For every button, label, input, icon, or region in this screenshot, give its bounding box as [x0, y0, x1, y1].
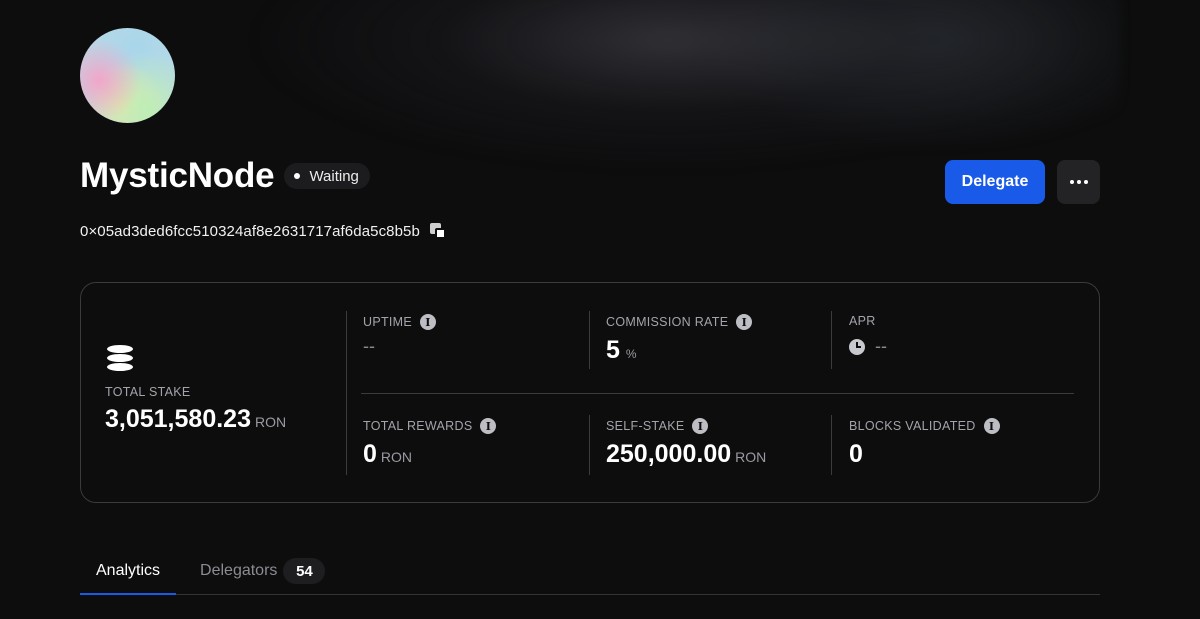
commission-rate-label: COMMISSION RATE — [606, 315, 729, 329]
address-row: 0×05ad3ded6fcc510324af8e2631717af6da5c8b… — [80, 222, 447, 240]
total-stake-unit: RON — [254, 414, 287, 430]
blocks-validated-label: BLOCKS VALIDATED — [849, 419, 976, 433]
info-icon[interactable]: i — [736, 314, 753, 330]
tab-bar: Analytics Delegators 54 — [80, 548, 1100, 595]
status-dot-icon — [294, 173, 301, 179]
delegate-button[interactable]: Delegate — [945, 160, 1045, 204]
self-stake-unit: RON — [735, 449, 767, 465]
uptime-label: UPTIME — [363, 315, 413, 329]
info-icon[interactable]: i — [480, 418, 497, 434]
divider — [346, 311, 347, 475]
divider — [361, 393, 1074, 394]
copy-icon[interactable] — [429, 222, 447, 240]
total-stake-label: TOTAL STAKE — [105, 385, 191, 399]
apr-value: -- — [875, 336, 887, 356]
apr-stat: APR -- — [849, 314, 887, 357]
uptime-value: -- — [363, 336, 375, 356]
validator-name: MysticNode — [80, 156, 275, 195]
validator-page: MysticNode Waiting Delegate 0×05ad3ded6f… — [0, 0, 1200, 619]
self-stake-label: SELF-STAKE — [606, 419, 685, 433]
info-icon[interactable]: i — [983, 418, 1000, 434]
total-rewards-label: TOTAL REWARDS — [363, 419, 473, 433]
commission-rate-stat: COMMISSION RATE i 5 % — [606, 314, 753, 365]
total-rewards-unit: RON — [380, 449, 413, 465]
stats-card: TOTAL STAKE 3,051,580.23 RON UPTIME i -- … — [80, 282, 1100, 503]
more-horizontal-icon — [1069, 180, 1074, 184]
divider — [589, 311, 590, 369]
status-badge: Waiting — [284, 163, 370, 189]
total-rewards-stat: TOTAL REWARDS i 0 RON — [363, 418, 497, 469]
status-label: Waiting — [309, 167, 359, 185]
self-stake-value: 250,000.00 — [606, 440, 732, 468]
divider — [831, 311, 832, 369]
delegators-count-badge: 54 — [283, 558, 326, 584]
divider — [589, 415, 590, 475]
commission-rate-unit: % — [625, 347, 637, 361]
validator-avatar — [80, 28, 175, 123]
clock-icon — [849, 338, 865, 355]
apr-label: APR — [849, 314, 876, 328]
tab-delegators[interactable]: Delegators 54 — [184, 548, 341, 594]
validator-address: 0×05ad3ded6fcc510324af8e2631717af6da5c8b… — [80, 222, 420, 240]
self-stake-stat: SELF-STAKE i 250,000.00 RON — [606, 418, 766, 469]
tab-analytics-label: Analytics — [96, 562, 161, 579]
more-horizontal-icon-dot — [1083, 180, 1088, 184]
more-options-button[interactable] — [1057, 160, 1100, 204]
title-row: MysticNode Waiting — [80, 154, 370, 198]
total-stake-value: 3,051,580.23 — [105, 405, 251, 433]
total-stake-block: TOTAL STAKE 3,051,580.23 RON — [105, 345, 286, 434]
total-rewards-value: 0 — [363, 440, 377, 468]
more-horizontal-icon-dot — [1076, 180, 1081, 184]
database-icon — [105, 345, 135, 373]
tab-delegators-label: Delegators — [200, 562, 278, 579]
commission-rate-value: 5 — [606, 336, 620, 364]
blocks-validated-stat: BLOCKS VALIDATED i 0 — [849, 418, 1000, 469]
tab-analytics[interactable]: Analytics — [80, 548, 177, 595]
header-actions: Delegate — [945, 160, 1100, 204]
uptime-stat: UPTIME i -- — [363, 314, 437, 357]
divider — [831, 415, 832, 475]
info-icon[interactable]: i — [420, 314, 437, 330]
blocks-validated-value: 0 — [849, 440, 863, 468]
info-icon[interactable]: i — [692, 418, 709, 434]
